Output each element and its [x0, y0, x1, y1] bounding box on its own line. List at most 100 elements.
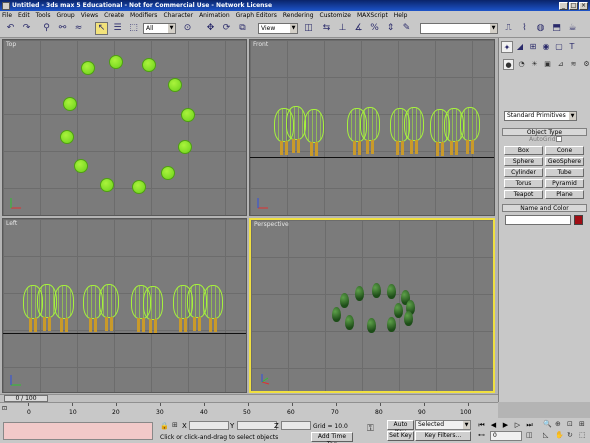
current-frame-field[interactable]: 0	[490, 431, 522, 441]
auto-key-button[interactable]: Auto Key	[387, 420, 414, 436]
play-icon[interactable]: ▶	[500, 420, 511, 430]
key-mode-toggle-icon[interactable]: ⊷	[478, 431, 485, 439]
maxscript-listener-box[interactable]	[3, 422, 153, 440]
menu-modifiers[interactable]: Modifiers	[130, 12, 157, 19]
viewport-top[interactable]: Top	[2, 39, 247, 216]
x-coord-field[interactable]	[189, 421, 229, 430]
select-by-name-icon[interactable]: ☰	[111, 22, 124, 35]
menu-edit[interactable]: Edit	[18, 12, 30, 19]
menu-maxscript[interactable]: MAXScript	[357, 12, 388, 19]
percent-snap-icon[interactable]: %	[368, 22, 381, 35]
zoom-all-icon[interactable]: ⊕	[555, 420, 561, 428]
mirror-tool-icon[interactable]: ⎍	[502, 22, 515, 35]
sphere-button[interactable]: Sphere	[504, 157, 543, 166]
viewport-label-top[interactable]: Top	[6, 41, 16, 48]
create-tab-icon[interactable]: ✦	[501, 41, 513, 53]
pivot-point-icon[interactable]: ◫	[302, 22, 315, 35]
teapot-button[interactable]: Teapot	[504, 190, 543, 199]
object-name-field[interactable]	[505, 215, 571, 225]
systems-icon[interactable]: ⚙	[581, 59, 590, 70]
zoom-icon[interactable]: 🔍	[543, 420, 552, 428]
utilities-tab-icon[interactable]: T	[566, 41, 578, 53]
modify-tab-icon[interactable]: ◢	[514, 41, 526, 53]
track-bar-nav-icon[interactable]: ⊡	[2, 405, 10, 413]
menu-file[interactable]: File	[2, 12, 12, 19]
snap-icon[interactable]: ∡	[352, 22, 365, 35]
material-editor-icon[interactable]: ◍	[534, 22, 547, 35]
viewport-label-front[interactable]: Front	[253, 41, 268, 48]
key-filters-button[interactable]: Key Filters...	[415, 431, 471, 441]
shapes-icon[interactable]: ◔	[516, 59, 527, 70]
menu-graph-editors[interactable]: Graph Editors	[236, 12, 277, 19]
named-selection-icon[interactable]: ✎	[400, 22, 413, 35]
previous-frame-icon[interactable]: ◀	[488, 420, 499, 430]
viewport-left[interactable]: Left	[2, 218, 247, 393]
maximize-viewport-icon[interactable]: ⬚	[579, 431, 586, 439]
align-icon[interactable]: ⊥	[336, 22, 349, 35]
plane-button[interactable]: Plane	[545, 190, 584, 199]
curve-editor-icon[interactable]: ⌇	[518, 22, 531, 35]
quick-render-icon[interactable]: ☕	[566, 22, 579, 35]
cone-button[interactable]: Cone	[545, 146, 584, 155]
zoom-extents-all-icon[interactable]: ⊞	[579, 420, 585, 428]
app-icon[interactable]	[2, 1, 10, 10]
cameras-icon[interactable]: ▣	[542, 59, 553, 70]
space-warps-icon[interactable]: ≋	[568, 59, 579, 70]
object-type-rollout[interactable]: Object Type	[502, 128, 587, 136]
object-color-swatch[interactable]	[574, 215, 583, 225]
minimize-button[interactable]: _	[559, 1, 568, 10]
select-and-rotate-icon[interactable]: ⟳	[220, 22, 233, 35]
close-button[interactable]: ×	[579, 1, 588, 10]
time-slider[interactable]: 0 / 100	[0, 394, 498, 402]
reference-coord-dropdown[interactable]: View ▼	[258, 23, 298, 34]
tube-button[interactable]: Tube	[545, 168, 584, 177]
lock-selection-icon[interactable]: 🔒	[160, 422, 169, 430]
z-coord-field[interactable]	[281, 421, 311, 430]
region-select-icon[interactable]: ⬚	[127, 22, 140, 35]
viewport-perspective[interactable]: Perspective	[249, 218, 495, 393]
cylinder-button[interactable]: Cylinder	[504, 168, 543, 177]
viewport-front[interactable]: Front	[249, 39, 495, 216]
box-button[interactable]: Box	[504, 146, 543, 155]
zoom-extents-icon[interactable]: ⊡	[567, 420, 573, 428]
autogrid-checkbox[interactable]: AutoGrid	[529, 136, 562, 143]
display-tab-icon[interactable]: ▢	[553, 41, 565, 53]
absolute-mode-icon[interactable]: ⊞	[172, 421, 178, 429]
pyramid-button[interactable]: Pyramid	[545, 179, 584, 188]
key-icon[interactable]: ⚿	[367, 424, 374, 434]
bind-space-warp-icon[interactable]: ≈	[72, 22, 85, 35]
y-coord-field[interactable]	[237, 421, 277, 430]
time-configuration-icon[interactable]: ◫	[526, 431, 533, 439]
field-of-view-icon[interactable]: ◺	[543, 431, 548, 439]
selection-filter-dropdown[interactable]: All ▼	[143, 23, 176, 34]
select-and-manipulate-icon[interactable]: ⊙	[181, 22, 194, 35]
hierarchy-tab-icon[interactable]: ⊞	[527, 41, 539, 53]
select-object-icon[interactable]: ↖	[95, 22, 108, 35]
geometry-icon[interactable]: ●	[503, 59, 514, 70]
undo-icon[interactable]: ↶	[4, 22, 17, 35]
geosphere-button[interactable]: GeoSphere	[545, 157, 584, 166]
select-and-link-icon[interactable]: ⚲	[40, 22, 53, 35]
menu-customize[interactable]: Customize	[320, 12, 352, 19]
menu-views[interactable]: Views	[81, 12, 98, 19]
go-to-end-icon[interactable]: ⏭	[524, 420, 535, 430]
arc-rotate-icon[interactable]: ↻	[567, 431, 573, 439]
maximize-button[interactable]: □	[569, 1, 578, 10]
named-selection-dropdown[interactable]: ▼	[420, 23, 498, 34]
pan-icon[interactable]: ✋	[555, 431, 564, 439]
name-and-color-rollout[interactable]: Name and Color	[502, 204, 587, 212]
primitive-category-dropdown[interactable]: Standard Primitives ▼	[504, 111, 577, 121]
menu-tools[interactable]: Tools	[36, 12, 51, 19]
select-and-scale-icon[interactable]: ⧉	[236, 22, 249, 35]
viewport-label-perspective[interactable]: Perspective	[254, 221, 289, 228]
set-key-button[interactable]: Set Key	[387, 431, 414, 441]
render-scene-icon[interactable]: ⬒	[550, 22, 563, 35]
lights-icon[interactable]: ☀	[529, 59, 540, 70]
torus-button[interactable]: Torus	[504, 179, 543, 188]
next-frame-icon[interactable]: ▷	[512, 420, 523, 430]
select-and-move-icon[interactable]: ✥	[204, 22, 217, 35]
key-selection-dropdown[interactable]: Selected ▼	[415, 420, 471, 430]
spinner-snap-icon[interactable]: ⇕	[384, 22, 397, 35]
menu-help[interactable]: Help	[394, 12, 408, 19]
menu-animation[interactable]: Animation	[199, 12, 230, 19]
